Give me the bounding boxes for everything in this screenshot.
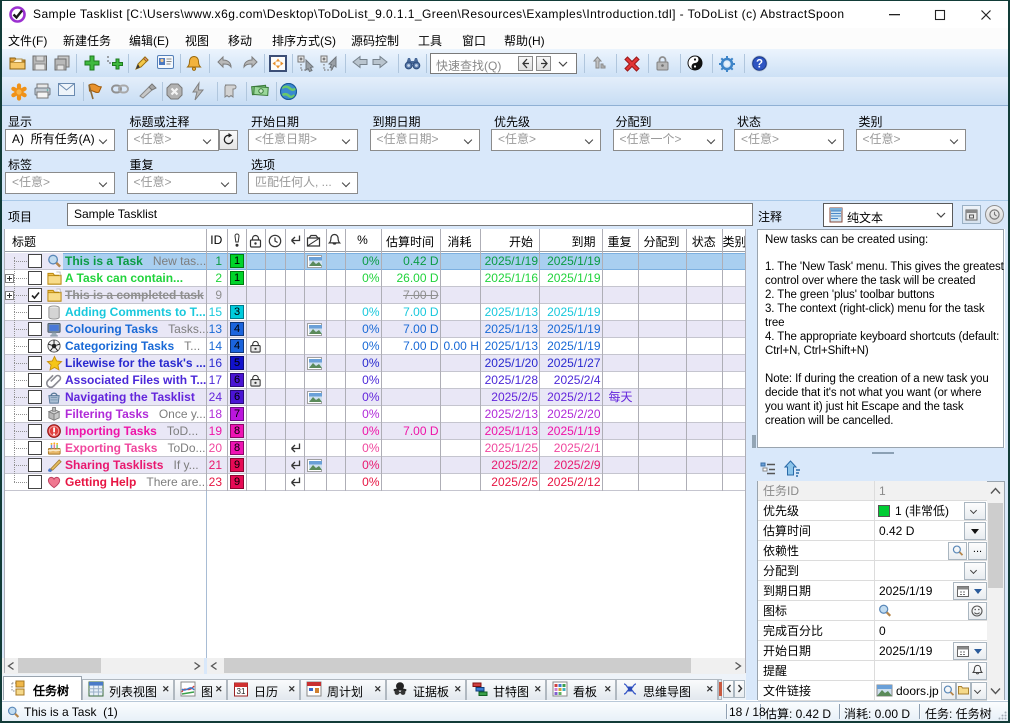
svg-text:31: 31 xyxy=(237,687,246,696)
svg-text:?: ? xyxy=(756,59,763,71)
